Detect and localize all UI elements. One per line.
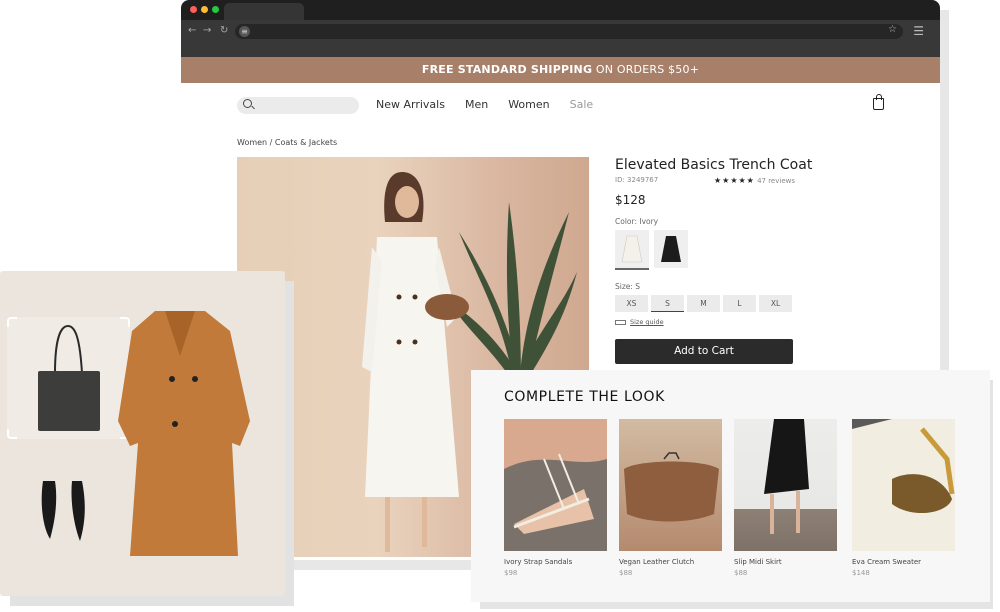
complete-the-look-items: Ivory Strap Sandals $98 Vegan Leather Cl…	[504, 419, 967, 577]
color-label: Color: Ivory	[615, 217, 659, 226]
size-option-s[interactable]: S	[651, 295, 684, 312]
forward-icon[interactable]: →	[203, 25, 211, 36]
nav-link-sale[interactable]: Sale	[570, 98, 594, 111]
model-in-trench-coat	[362, 172, 469, 552]
right-shoe	[71, 481, 85, 541]
handbag	[38, 371, 100, 431]
left-shoe	[41, 481, 57, 539]
size-options: XS S M L XL	[615, 295, 795, 312]
size-guide[interactable]: Size guide	[615, 318, 795, 326]
complete-the-look-title: COMPLETE THE LOOK	[504, 389, 665, 405]
product-price: $128	[615, 193, 646, 207]
product-name[interactable]: Slip Midi Skirt	[734, 558, 837, 566]
color-swatch-black[interactable]	[654, 230, 688, 268]
complete-the-look-panel: COMPLETE THE LOOK Ivory Strap Sandals $9…	[471, 370, 990, 602]
site-info-icon[interactable]: ≡	[239, 26, 250, 37]
nav-link-men[interactable]: Men	[465, 98, 488, 111]
size-label: Size: S	[615, 282, 641, 291]
product-image-sandals[interactable]	[504, 419, 607, 551]
browser-toolbar: ← → ↻ ≡ ☆ ☰	[181, 20, 940, 57]
back-icon[interactable]: ←	[188, 25, 196, 36]
reload-icon[interactable]: ↻	[220, 25, 228, 36]
nav-link-new-arrivals[interactable]: New Arrivals	[376, 98, 445, 111]
product-image-sweater[interactable]	[852, 419, 955, 551]
size-guide-link[interactable]: Size guide	[630, 318, 664, 326]
product-price: $88	[619, 569, 633, 577]
browser-menu-icon[interactable]: ☰	[913, 24, 924, 38]
color-swatch-ivory[interactable]	[615, 230, 649, 270]
handbag-strap	[54, 324, 83, 374]
product-card[interactable]: Ivory Strap Sandals $98	[504, 419, 607, 577]
minimize-window-button[interactable]	[201, 6, 208, 13]
product-card[interactable]: Eva Cream Sweater $148	[852, 419, 955, 577]
product-price: $98	[504, 569, 518, 577]
product-title: Elevated Basics Trench Coat	[615, 157, 813, 173]
product-price: $88	[734, 569, 748, 577]
breadcrumb[interactable]: Women / Coats & Jackets	[237, 138, 337, 147]
flatlay-card	[0, 271, 285, 596]
size-option-m[interactable]: M	[687, 295, 720, 312]
shopping-bag-icon[interactable]	[873, 94, 884, 110]
product-image-skirt[interactable]	[734, 419, 837, 551]
promo-bold-text: FREE STANDARD SHIPPING	[421, 63, 593, 76]
search-icon	[243, 99, 252, 108]
product-card[interactable]: Slip Midi Skirt $88	[734, 419, 837, 577]
color-swatches	[615, 230, 795, 270]
reviews-link[interactable]: 47 reviews	[757, 177, 795, 185]
rating-stars-icon: ★★★★★	[713, 176, 755, 185]
stage: ← → ↻ ≡ ☆ ☰ FREE STANDARD SHIPPING ON OR…	[0, 0, 1000, 612]
product-id: ID: 3249767	[615, 176, 659, 184]
size-option-xs[interactable]: XS	[615, 295, 648, 312]
product-name[interactable]: Vegan Leather Clutch	[619, 558, 722, 566]
promo-text: ON ORDERS $50+	[592, 63, 700, 76]
browser-tab[interactable]	[224, 3, 304, 20]
bookmark-star-icon[interactable]: ☆	[888, 24, 897, 35]
flatlay-illustration	[38, 311, 250, 556]
ruler-icon	[615, 319, 626, 325]
product-name[interactable]: Eva Cream Sweater	[852, 558, 955, 566]
search-input[interactable]	[237, 97, 359, 114]
maximize-window-button[interactable]	[212, 6, 219, 13]
product-card[interactable]: Vegan Leather Clutch $88	[619, 419, 722, 577]
address-bar[interactable]: ≡ ☆	[235, 24, 903, 39]
camel-trench-coat	[118, 311, 250, 556]
size-option-l[interactable]: L	[723, 295, 756, 312]
product-price: $148	[852, 569, 870, 577]
rating[interactable]: ★★★★★ 47 reviews	[714, 176, 795, 185]
product-image-clutch[interactable]	[619, 419, 722, 551]
size-option-xl[interactable]: XL	[759, 295, 792, 312]
product-details: Elevated Basics Trench Coat ID: 3249767 …	[615, 157, 813, 364]
add-to-cart-button[interactable]: Add to Cart	[615, 339, 793, 364]
close-window-button[interactable]	[190, 6, 197, 13]
product-name[interactable]: Ivory Strap Sandals	[504, 558, 607, 566]
promo-banner: FREE STANDARD SHIPPING ON ORDERS $50+	[181, 57, 940, 83]
site-nav: New Arrivals Men Women Sale	[181, 83, 940, 128]
tab-bar	[181, 0, 940, 20]
nav-links: New Arrivals Men Women Sale	[376, 98, 593, 111]
nav-link-women[interactable]: Women	[508, 98, 549, 111]
